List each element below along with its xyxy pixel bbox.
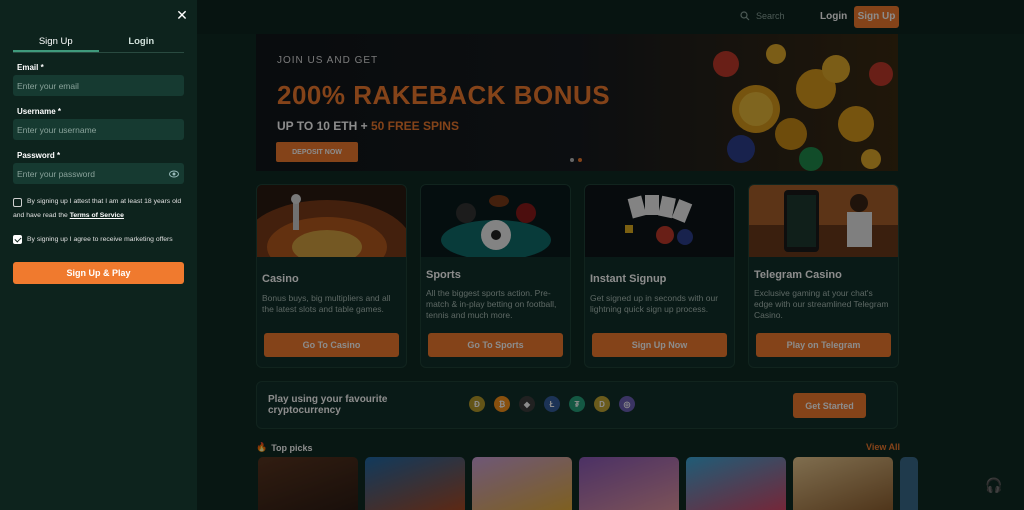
email-field[interactable] xyxy=(13,75,184,96)
tab-login[interactable]: Login xyxy=(99,36,185,52)
marketing-check-text: By signing up I agree to receive marketi… xyxy=(27,236,173,243)
username-label: Username * xyxy=(17,107,62,116)
age-check-text2: and have read the xyxy=(13,212,68,219)
username-field[interactable] xyxy=(13,119,184,140)
marketing-checkbox[interactable] xyxy=(13,235,22,244)
signup-sidebar: ✕ Sign Up Login Email * Username * Passw… xyxy=(0,0,197,510)
password-label: Password * xyxy=(17,151,61,160)
age-checkbox[interactable] xyxy=(13,198,22,207)
sign-up-play-button[interactable]: Sign Up & Play xyxy=(13,262,184,284)
password-field[interactable] xyxy=(13,163,184,184)
modal-backdrop[interactable] xyxy=(197,0,1024,510)
close-icon[interactable]: ✕ xyxy=(175,8,189,22)
tab-sign-up[interactable]: Sign Up xyxy=(13,36,99,52)
auth-tabs: Sign Up Login xyxy=(13,36,184,53)
age-check-text-line2: and have read the Terms of Service xyxy=(13,209,124,223)
email-label: Email * xyxy=(17,63,44,72)
terms-of-service-link[interactable]: Terms of Service xyxy=(70,212,124,219)
age-check-text: By signing up I attest that I am at leas… xyxy=(27,198,182,205)
show-password-icon[interactable] xyxy=(169,169,179,179)
